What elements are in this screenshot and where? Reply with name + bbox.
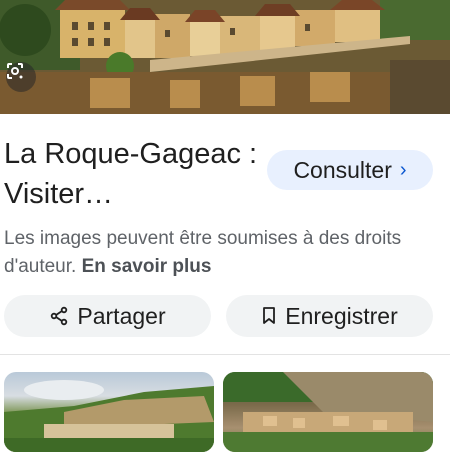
save-button[interactable]: Enregistrer [226,295,433,337]
related-image-thumbnail[interactable] [4,372,214,452]
learn-more-link[interactable]: En savoir plus [82,256,212,277]
result-title[interactable]: La Roque-Gageac : Visiter… [4,134,266,214]
share-label: Partager [77,302,166,329]
chevron-right-icon: › [399,158,407,181]
save-label: Enregistrer [285,302,398,329]
share-icon [51,306,68,326]
consult-button[interactable]: Consulter › [267,150,433,190]
google-lens-icon [7,63,23,79]
lens-button[interactable] [6,62,36,92]
share-button[interactable]: Partager [4,295,211,337]
related-image-thumbnail[interactable] [223,372,433,452]
cliff-village-image [4,380,214,452]
preview-image[interactable] [0,0,450,114]
bookmark-icon [263,307,276,324]
village-aerial-image [223,372,433,452]
copyright-notice: Les images peuvent être soumises à des d… [4,225,444,281]
consult-label: Consulter [293,156,392,183]
village-illustration [0,0,450,114]
section-divider [0,354,450,355]
